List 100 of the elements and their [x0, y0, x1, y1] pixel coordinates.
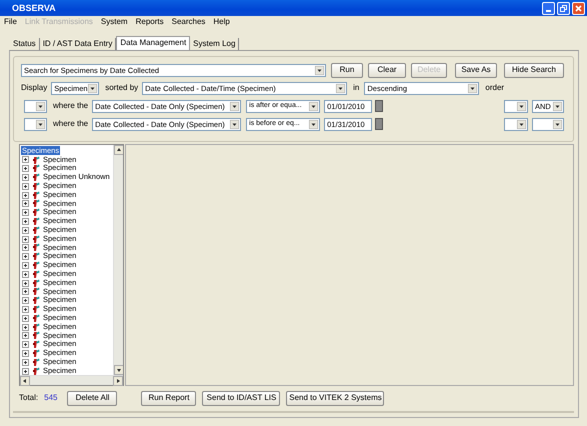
expand-icon[interactable]: [22, 165, 29, 172]
tube-icon: [31, 182, 40, 191]
tab[interactable]: System Log: [190, 38, 240, 50]
tube-icon: [31, 358, 40, 367]
restore-icon: [560, 4, 567, 12]
menu-item[interactable]: Reports: [136, 17, 164, 27]
tube-icon: [31, 252, 40, 262]
expand-icon[interactable]: [22, 358, 29, 366]
tube-icon: [31, 322, 40, 332]
label: where the: [53, 119, 88, 129]
minimize-button[interactable]: [542, 2, 555, 14]
caret-icon: [36, 120, 45, 128]
caret-icon: [230, 102, 240, 110]
tube-icon: [31, 217, 40, 226]
tab[interactable]: Status: [10, 38, 40, 50]
dropdown[interactable]: [24, 100, 47, 112]
scroll-down-icon: [114, 365, 123, 375]
expand-icon[interactable]: [22, 306, 29, 314]
caret-icon: [553, 102, 562, 110]
scroll-up-icon: [114, 145, 123, 155]
tube-icon: [31, 243, 40, 252]
window-title: OBSERVA: [12, 2, 57, 14]
expand-icon[interactable]: [22, 253, 29, 260]
tube-icon: [31, 349, 40, 358]
tube-icon: [31, 331, 40, 340]
calendar-button[interactable]: [375, 118, 384, 130]
expand-icon[interactable]: [22, 288, 29, 296]
scroll-right-icon: [113, 376, 123, 386]
button[interactable]: Clear: [368, 62, 406, 78]
label: sorted by: [105, 83, 138, 93]
expand-icon[interactable]: [22, 280, 29, 287]
caret-icon: [36, 102, 45, 110]
dropdown[interactable]: [504, 118, 528, 130]
caret-icon: [517, 120, 526, 128]
caret-icon: [517, 102, 526, 110]
expand-icon[interactable]: [22, 226, 29, 234]
tube-icon: [31, 270, 40, 279]
expand-icon[interactable]: [22, 297, 29, 304]
expand-icon[interactable]: [22, 209, 29, 216]
close-icon: [575, 4, 582, 12]
button[interactable]: Send to ID/AST LIS: [202, 390, 280, 406]
close-button[interactable]: [572, 2, 585, 14]
menu-item[interactable]: Searches: [172, 17, 206, 27]
expand-icon[interactable]: [22, 218, 29, 226]
caret-icon: [309, 120, 318, 128]
expand-icon[interactable]: [22, 341, 29, 348]
button[interactable]: Run Report: [141, 390, 196, 406]
button[interactable]: Delete All: [67, 390, 118, 406]
tube-icon: [31, 261, 40, 270]
expand-icon[interactable]: [22, 244, 29, 252]
tube-icon: [31, 314, 40, 323]
tube-icon: [31, 199, 40, 208]
tube-icon: [31, 208, 40, 218]
tube-icon: [31, 366, 40, 375]
caret-icon: [468, 84, 478, 92]
label: order: [485, 83, 504, 93]
button[interactable]: Save As: [455, 62, 497, 78]
tube-icon: [31, 340, 40, 350]
expand-icon[interactable]: [22, 236, 29, 243]
tube-icon: [31, 305, 40, 314]
dropdown[interactable]: [532, 118, 564, 130]
scrollbar[interactable]: [20, 375, 123, 385]
dropdown[interactable]: [504, 100, 528, 112]
expand-icon[interactable]: [22, 324, 29, 331]
scroll-left-icon: [20, 376, 30, 386]
expand-icon[interactable]: [22, 174, 29, 182]
expand-icon[interactable]: [22, 200, 29, 208]
caret-icon: [336, 84, 346, 92]
expand-icon[interactable]: [22, 314, 29, 322]
tube-icon: [31, 296, 40, 306]
scrollbar[interactable]: [113, 145, 123, 375]
button[interactable]: Send to VITEK 2 Systems: [286, 390, 384, 406]
caret-icon: [553, 120, 562, 128]
expand-icon[interactable]: [22, 270, 29, 278]
dropdown[interactable]: [24, 118, 47, 130]
button: Delete: [411, 62, 447, 78]
tube-icon: [31, 164, 40, 174]
expand-icon[interactable]: [22, 350, 29, 358]
caret-icon: [309, 102, 318, 110]
caret-icon: [88, 84, 98, 92]
button[interactable]: Run: [331, 62, 363, 78]
caret-icon: [230, 120, 240, 128]
expand-icon[interactable]: [22, 156, 29, 164]
menu-item[interactable]: File: [4, 17, 17, 27]
expand-icon[interactable]: [22, 368, 29, 375]
expand-icon[interactable]: [22, 182, 29, 190]
expand-icon[interactable]: [22, 332, 29, 340]
tube-icon: [31, 278, 40, 288]
tube-icon: [31, 190, 40, 200]
menu-item[interactable]: System: [100, 17, 128, 27]
tube-icon: [31, 173, 40, 182]
calendar-button[interactable]: [375, 100, 384, 112]
expand-icon[interactable]: [22, 192, 29, 199]
tab[interactable]: Data Management: [116, 36, 190, 50]
restore-button[interactable]: [557, 2, 570, 14]
total-count: 545: [44, 393, 58, 403]
menu-item[interactable]: Help: [213, 17, 230, 27]
expand-icon[interactable]: [22, 262, 29, 270]
label: Display: [21, 83, 48, 93]
button[interactable]: Hide Search: [504, 62, 564, 78]
